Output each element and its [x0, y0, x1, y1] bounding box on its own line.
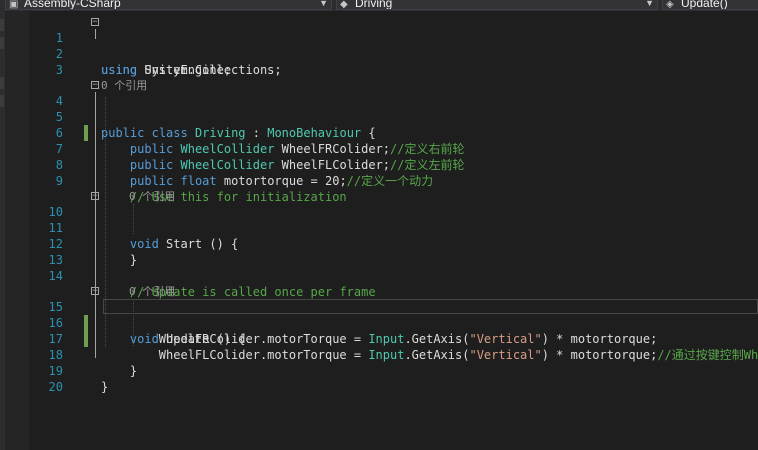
code-line: 14 // Update is called once per frame — [29, 252, 758, 299]
code-line: 16 WheelFRColider.motorTorque = Input.Ge… — [29, 299, 758, 346]
code-line: 19 } — [29, 347, 758, 394]
codelens: 0 个引用 — [29, 62, 758, 92]
code-line: 11 — [29, 204, 758, 235]
class-dropdown[interactable]: ◆ Driving ▼ — [336, 0, 658, 10]
class-icon: ◆ — [340, 0, 348, 10]
project-label: Assembly-CSharp — [24, 0, 121, 10]
code-line: 15 − void Update () { — [29, 283, 758, 347]
code-line: 5 — [29, 93, 758, 124]
collapse-icon[interactable]: − — [91, 287, 99, 296]
csharp-project-icon: ▣ — [9, 0, 19, 10]
code-line: 7 public WheelCollider WheelFLColider;//… — [29, 125, 758, 172]
collapse-icon[interactable]: − — [91, 192, 99, 201]
code-line: 6 public WheelCollider WheelFRColider;//… — [29, 109, 758, 156]
code-line: 8 public float motortorque = 20;//定义一个动力 — [29, 141, 758, 188]
code-line: 9 // Use this for initialization — [29, 157, 758, 204]
member-label: Update() — [681, 0, 728, 10]
method-icon: ◈ — [666, 0, 674, 10]
project-dropdown[interactable]: ▣ Assembly-CSharp ▼ — [5, 0, 332, 10]
code-line: 4 − public class Driving : MonoBehaviour… — [29, 77, 758, 141]
code-line: 13 — [29, 236, 758, 267]
strip-marker — [0, 37, 4, 49]
code-text: } — [101, 380, 109, 394]
code-line: 18 } — [29, 331, 758, 378]
code-line: 1 − using UnityEngine; — [29, 14, 758, 78]
navigation-bar: ▣ Assembly-CSharp ▼ ◆ Driving ▼ ◈ Update() — [0, 0, 758, 11]
chevron-down-icon: ▼ — [319, 0, 328, 8]
collapse-icon[interactable]: − — [91, 81, 99, 90]
codelens: 0 个引用 — [29, 173, 758, 203]
strip-marker — [0, 95, 4, 107]
strip-marker — [0, 19, 4, 31]
codelens: 0 个引用 — [29, 268, 758, 298]
code-line: 12 } — [29, 220, 758, 267]
strip-marker — [0, 77, 4, 89]
code-line: 10 − void Start () { — [29, 188, 758, 252]
line-number: 20 — [48, 380, 63, 394]
collapse-icon[interactable]: − — [91, 18, 99, 27]
chevron-down-icon: ▼ — [645, 0, 654, 8]
code-line: 17 WheelFLColider.motorTorque = Input.Ge… — [29, 315, 758, 362]
class-label: Driving — [355, 0, 393, 10]
code-line: 2 using System.Collections; — [29, 30, 758, 77]
member-dropdown[interactable]: ◈ Update() — [662, 0, 758, 10]
code-editor[interactable]: 1 − using UnityEngine; 2 using System.Co… — [29, 11, 758, 450]
editor-gutter — [5, 11, 29, 450]
code-line: 20 — [29, 363, 758, 394]
code-line: 3 — [29, 46, 758, 77]
